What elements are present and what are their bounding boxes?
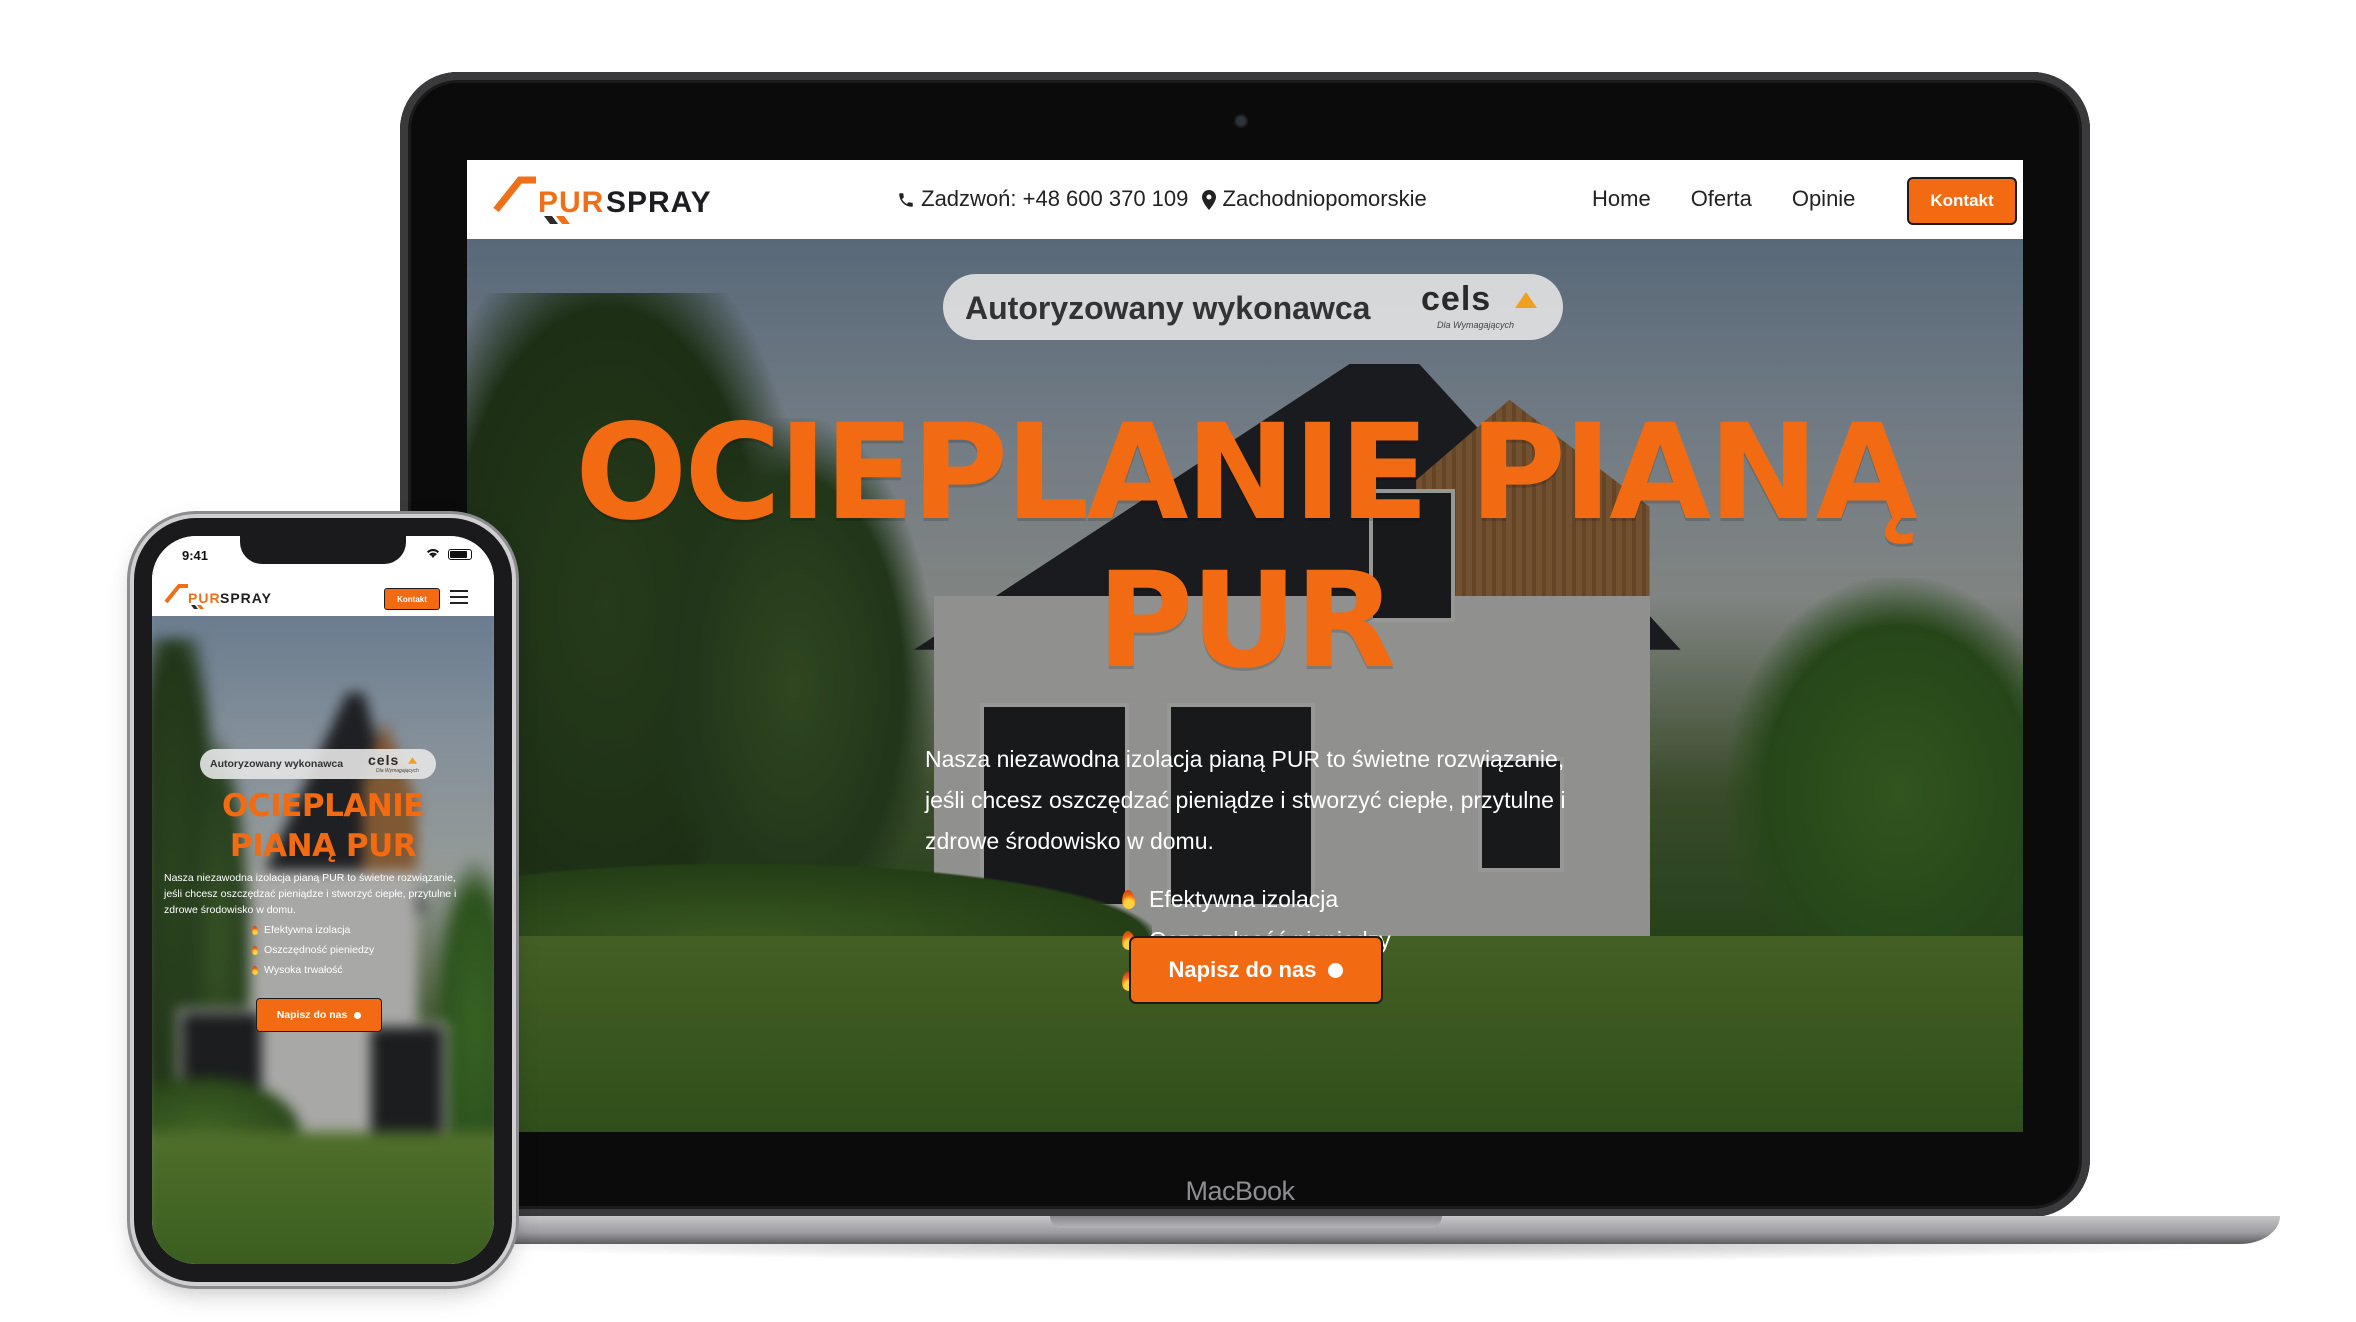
mobile-hero-title-line1: OCIEPLANIE [222, 788, 424, 824]
cta-label: Napisz do nas [276, 1009, 348, 1021]
logo-spray: SPRAY [606, 186, 712, 219]
hero-title-line2: PUR [1096, 544, 1397, 698]
flame-icon [251, 945, 259, 956]
feature-item: Oszczędność pieniedzy [251, 940, 375, 960]
feature-label: Efektywna izolacja [264, 924, 351, 936]
phone-notch [240, 536, 406, 564]
laptop-brand-label: MacBook [1185, 1176, 1295, 1206]
mobile-write-to-us-button[interactable]: Napisz do nas [256, 998, 382, 1032]
phone-icon [899, 193, 913, 207]
hamburger-menu-icon[interactable] [450, 590, 468, 604]
main-menu: Home Oferta Opinie [1592, 186, 1855, 212]
laptop-screen: PUR SPRAY Zadzwoń: +48 600 370 109 Zacho… [467, 160, 2023, 1132]
kontakt-button[interactable]: Kontakt [1907, 177, 2017, 225]
mobile-hero-title-line2: PIANĄ PUR [229, 828, 417, 864]
battery-icon [448, 549, 472, 560]
menu-item-oferta[interactable]: Oferta [1691, 186, 1752, 212]
feature-label: Oszczędność pieniedzy [264, 944, 375, 956]
mobile-hero-title: OCIEPLANIE PIANĄ PUR [152, 786, 494, 866]
menu-item-home[interactable]: Home [1592, 186, 1651, 212]
cta-label: Napisz do nas [1168, 957, 1317, 982]
logo-pur: PUR [538, 186, 605, 219]
authorized-badge: Autoryzowany wykonawca cels Dla Wymagają… [943, 274, 1563, 340]
wifi-icon [427, 549, 439, 558]
partner-tagline: Dla Wymagających [1437, 320, 1515, 330]
hero-description: Nasza niezawodna izolacja pianą PUR to ś… [925, 746, 1566, 854]
logo[interactable]: PUR SPRAY [492, 172, 737, 232]
mobile-kontakt-button[interactable]: Kontakt [384, 588, 440, 610]
badge-label: Autoryzowany wykonawca [965, 290, 1371, 326]
logo-pur: PUR [188, 590, 221, 606]
feature-item: Efektywna izolacja [1121, 879, 1391, 920]
region-label: Zachodniopomorskie [1222, 186, 1427, 211]
phone-number: Zadzwoń: +48 600 370 109 [921, 186, 1189, 211]
feature-item: Efektywna izolacja [251, 920, 374, 940]
chat-bubble-icon [354, 1011, 362, 1019]
partner-logo: cels [1421, 280, 1492, 318]
hero-section: Autoryzowany wykonawca cels Dla Wymagają… [467, 239, 2023, 1132]
partner-logo: cels [368, 752, 400, 768]
mobile-authorized-badge: Autoryzowany wykonawca cels Dla Wymagają… [200, 749, 436, 779]
mobile-feature-list: Efektywna izolacja Oszczędność pieniedzy… [251, 920, 375, 980]
logo-spray: SPRAY [220, 590, 272, 606]
flame-icon [1121, 889, 1136, 910]
write-to-us-button[interactable]: Napisz do nas [1129, 936, 1383, 1004]
mobile-header: PUR SPRAY Kontakt [152, 576, 494, 616]
hero-title: OCIEPLANIE PIANĄ PUR [467, 399, 2023, 695]
feature-item: Wysoka trwałość [251, 960, 374, 980]
phone-screen: 9:41 PUR SPRAY Kontakt Autoryzowany wyko… [152, 536, 494, 1264]
partner-logo-triangle-icon [1515, 292, 1537, 308]
laptop-shadow [430, 1244, 2260, 1262]
phone-link[interactable]: Zadzwoń: +48 600 370 109 [897, 186, 1188, 212]
contact-info: Zadzwoń: +48 600 370 109 Zachodniopomors… [897, 186, 1427, 212]
mobile-logo[interactable]: PUR SPRAY [164, 582, 294, 612]
site-header: PUR SPRAY Zadzwoń: +48 600 370 109 Zacho… [467, 160, 2023, 239]
partner-tagline: Dla Wymagających [376, 768, 419, 774]
feature-label: Efektywna izolacja [1149, 886, 1339, 912]
camera-icon [1236, 116, 1246, 126]
status-time: 9:41 [182, 548, 209, 563]
mobile-hero-description: Nasza niezawodna izolacja pianą PUR to ś… [164, 872, 457, 916]
badge-label: Autoryzowany wykonawca [210, 758, 344, 770]
map-pin-icon [1202, 190, 1217, 211]
region-info: Zachodniopomorskie [1202, 186, 1427, 212]
partner-logo-triangle-icon [408, 757, 417, 764]
chat-bubble-icon [1328, 962, 1344, 978]
laptop-base-notch [1050, 1216, 1442, 1228]
feature-label: Wysoka trwałość [264, 964, 343, 976]
hero-title-line1: OCIEPLANIE PIANĄ [575, 396, 1918, 550]
flame-icon [251, 965, 259, 976]
menu-item-opinie[interactable]: Opinie [1792, 186, 1856, 212]
flame-icon [251, 925, 259, 936]
